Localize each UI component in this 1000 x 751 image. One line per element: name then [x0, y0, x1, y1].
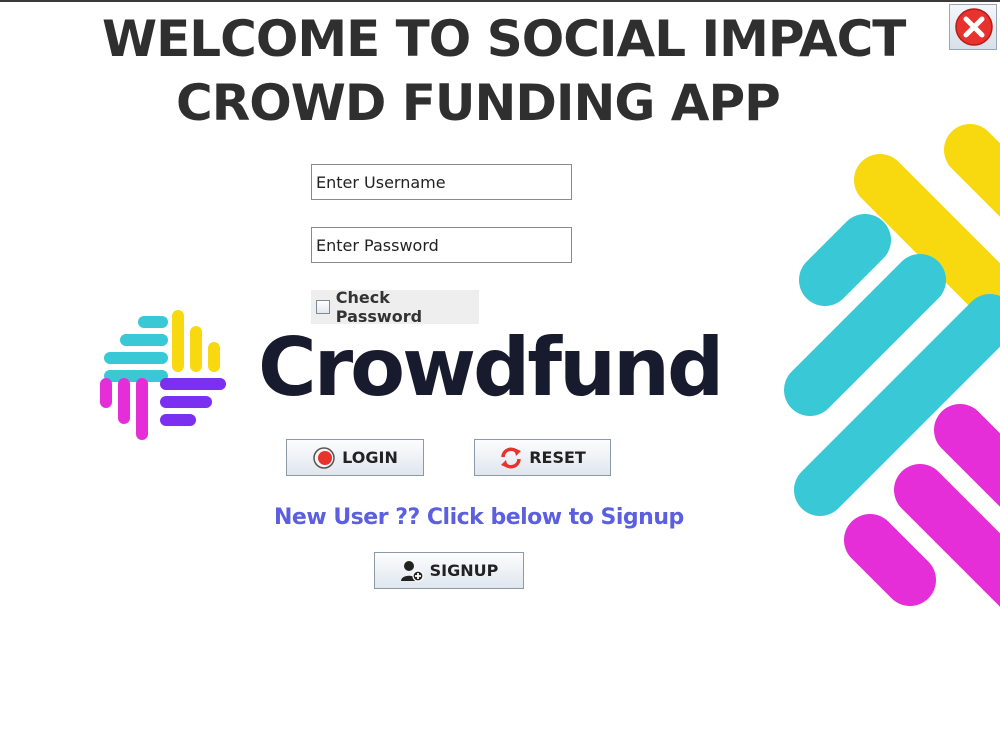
reset-button[interactable]: RESET: [474, 439, 611, 476]
login-button[interactable]: LOGIN: [286, 439, 424, 476]
signup-label: SIGNUP: [429, 561, 499, 580]
check-password-checkbox[interactable]: Check Password: [311, 288, 479, 326]
refresh-icon: [501, 447, 522, 468]
password-input[interactable]: [311, 227, 572, 263]
page-title-line2: CROWD FUNDING APP: [176, 74, 781, 132]
signup-prompt: New User ?? Click below to Signup: [274, 505, 684, 530]
close-button[interactable]: [949, 4, 997, 50]
checkbox-box[interactable]: [316, 300, 330, 314]
crowdfund-logo-icon: [100, 310, 226, 440]
signup-button[interactable]: SIGNUP: [374, 552, 524, 589]
username-input[interactable]: [311, 164, 572, 200]
reset-label: RESET: [529, 448, 586, 467]
close-icon: [955, 8, 993, 46]
login-icon: [313, 446, 335, 469]
top-border: [0, 0, 1000, 2]
decorative-stripes-graphic: [784, 124, 1000, 607]
login-label: LOGIN: [342, 448, 398, 467]
page-title-line1: WELCOME TO SOCIAL IMPACT: [102, 10, 906, 68]
add-user-icon: [400, 560, 424, 582]
brand-wordmark: Crowdfund: [258, 321, 724, 414]
